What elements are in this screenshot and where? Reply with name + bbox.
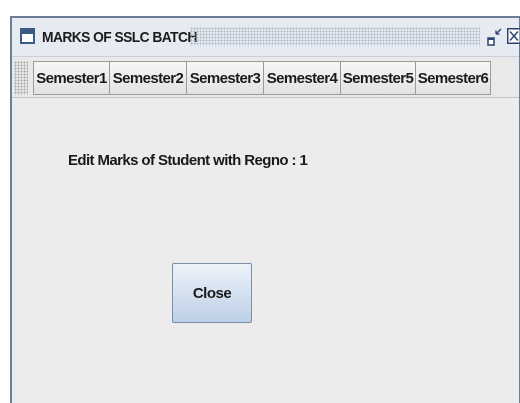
close-window-icon[interactable] [507, 28, 520, 44]
semester-tabs: Semester1 Semester2 Semester3 Semester4 … [33, 61, 491, 95]
toolbar-grip[interactable] [14, 61, 28, 95]
title-bar[interactable]: MARKS OF SSLC BATCH [12, 18, 520, 57]
tab-semester4[interactable]: Semester4 [263, 61, 340, 95]
app-icon [20, 28, 35, 44]
tab-semester5[interactable]: Semester5 [340, 61, 415, 95]
tab-semester1[interactable]: Semester1 [33, 61, 109, 95]
content-panel: Edit Marks of Student with Regno : 1 Clo… [12, 98, 519, 403]
restore-window-icon[interactable] [485, 27, 505, 47]
close-button[interactable]: Close [172, 263, 252, 323]
app-window: MARKS OF SSLC BATCH Semester1 Semester2 [10, 16, 520, 403]
tab-semester3[interactable]: Semester3 [186, 61, 263, 95]
window-title: MARKS OF SSLC BATCH [42, 29, 197, 46]
tab-semester2[interactable]: Semester2 [109, 61, 186, 95]
tab-semester6[interactable]: Semester6 [415, 61, 491, 95]
title-bar-texture [190, 27, 480, 46]
tab-bar: Semester1 Semester2 Semester3 Semester4 … [12, 57, 519, 98]
page-title: Edit Marks of Student with Regno : 1 [68, 152, 308, 169]
